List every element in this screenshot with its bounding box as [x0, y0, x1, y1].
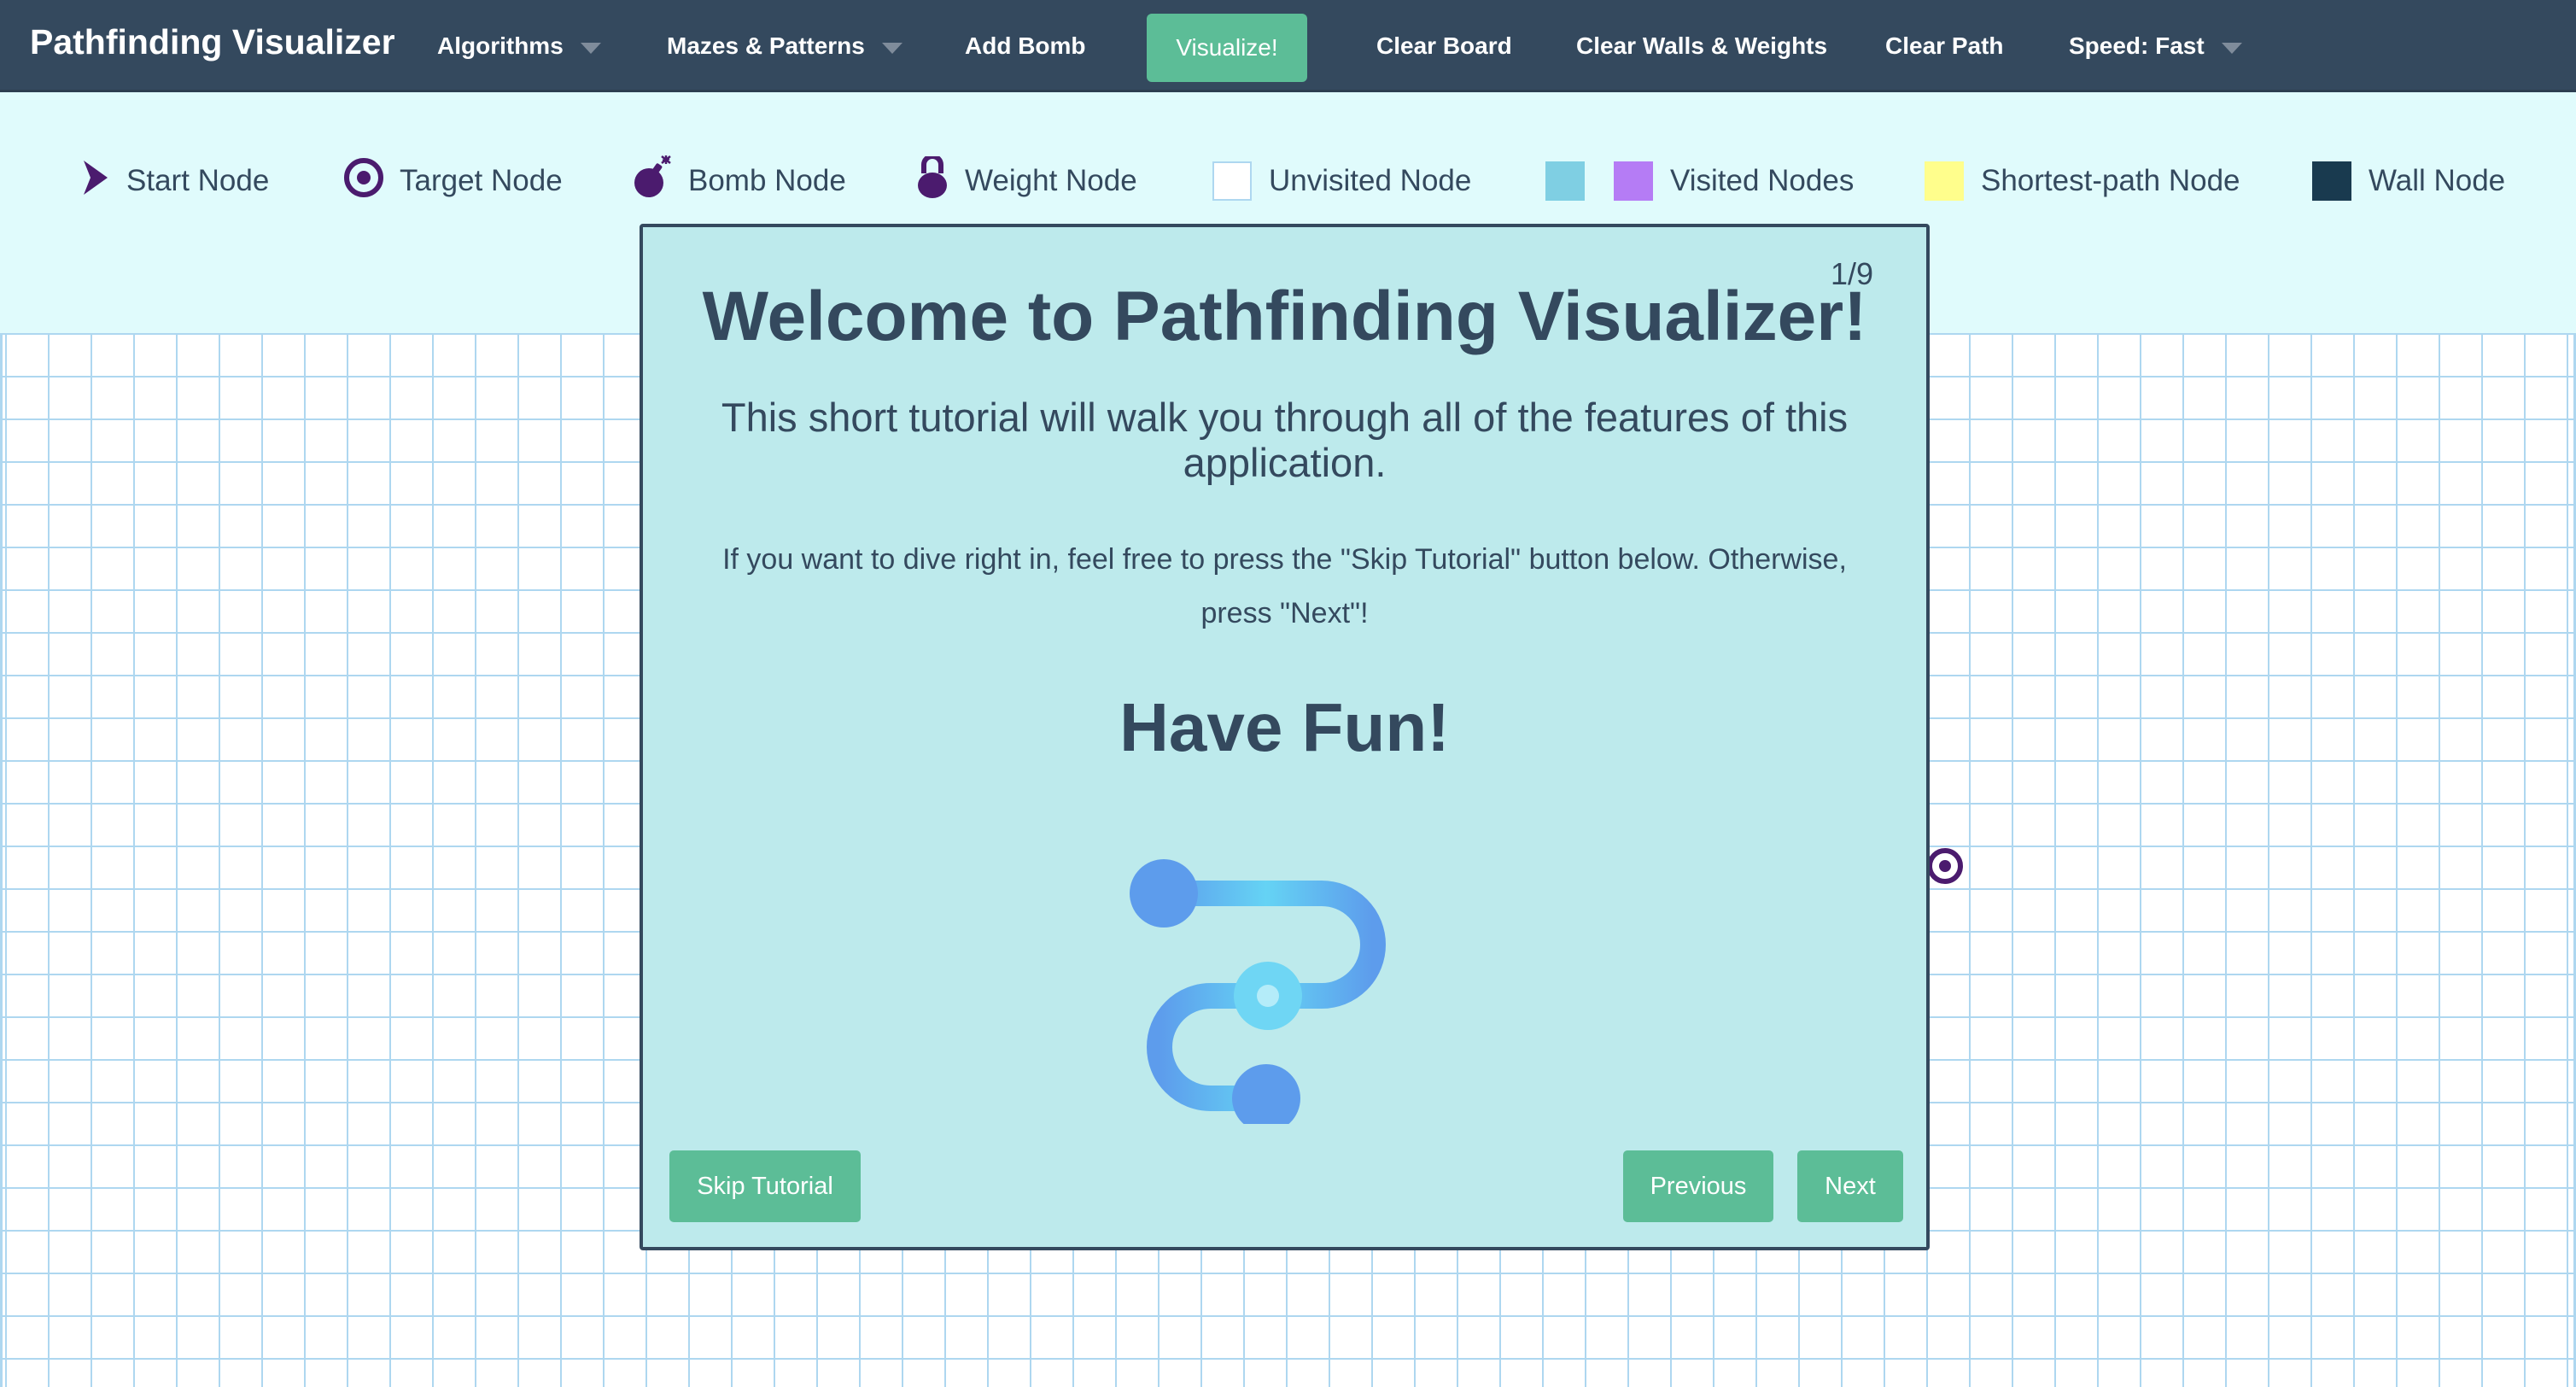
legend-wall-node: Wall Node: [2312, 154, 2505, 208]
chevron-right-icon: [82, 159, 111, 204]
brand-title[interactable]: Pathfinding Visualizer: [30, 22, 395, 62]
legend-label: Start Node: [126, 164, 270, 197]
have-fun-heading: Have Fun!: [1119, 689, 1450, 765]
speed-label: Speed: Fast: [2069, 32, 2205, 59]
legend-label: Visited Nodes: [1670, 164, 1855, 197]
target-node[interactable]: [1926, 847, 1964, 885]
speed-dropdown[interactable]: Speed: Fast: [2069, 0, 2242, 92]
visited-purple-swatch: [1614, 161, 1653, 201]
legend-target-node: Target Node: [343, 154, 563, 208]
tutorial-modal: 1/9 Welcome to Pathfinding Visualizer! T…: [640, 224, 1930, 1250]
legend-visited-nodes: Visited Nodes: [1545, 154, 1854, 208]
bullseye-icon: [1927, 848, 1963, 884]
legend-unvisited-node: Unvisited Node: [1212, 154, 1471, 208]
legend-shortest-path-node: Shortest-path Node: [1925, 154, 2240, 208]
navbar: Pathfinding Visualizer Algorithms Mazes …: [0, 0, 2576, 92]
legend-weight-node: Weight Node: [915, 153, 1137, 208]
tutorial-subtitle: This short tutorial will walk you throug…: [721, 395, 1849, 485]
algorithms-label: Algorithms: [437, 32, 564, 59]
legend-label: Shortest-path Node: [1981, 164, 2240, 197]
clear-board-button[interactable]: Clear Board: [1376, 0, 1512, 92]
unvisited-swatch: [1212, 161, 1252, 201]
legend-bomb-node: Bomb Node: [632, 154, 846, 208]
kettlebell-icon: [915, 153, 949, 207]
next-button[interactable]: Next: [1797, 1150, 1903, 1222]
mazes-dropdown[interactable]: Mazes & Patterns: [667, 0, 902, 92]
skip-tutorial-button[interactable]: Skip Tutorial: [669, 1150, 861, 1222]
legend-label: Unvisited Node: [1269, 164, 1472, 197]
legend-start-node: Start Node: [82, 154, 269, 208]
route-icon: [1130, 851, 1437, 1132]
add-bomb-button[interactable]: Add Bomb: [965, 0, 1086, 92]
algorithms-dropdown[interactable]: Algorithms: [437, 0, 601, 92]
tutorial-description: If you want to dive right in, feel free …: [722, 543, 1847, 629]
bullseye-icon: [343, 157, 384, 206]
legend-label: Bomb Node: [688, 164, 846, 197]
tutorial-title: Welcome to Pathfinding Visualizer!: [702, 278, 1867, 355]
shortest-path-swatch: [1925, 161, 1964, 201]
chevron-down-icon: [2221, 42, 2242, 54]
clear-path-button[interactable]: Clear Path: [1885, 0, 2004, 92]
legend-label: Weight Node: [965, 164, 1137, 197]
chevron-down-icon: [580, 42, 601, 54]
wall-swatch: [2312, 161, 2351, 201]
mazes-label: Mazes & Patterns: [667, 32, 865, 59]
previous-button[interactable]: Previous: [1623, 1150, 1773, 1222]
legend-label: Target Node: [400, 164, 563, 197]
bomb-icon: [632, 155, 673, 208]
clear-walls-weights-button[interactable]: Clear Walls & Weights: [1576, 0, 1827, 92]
visualize-button[interactable]: Visualize!: [1147, 14, 1307, 82]
visited-blue-swatch: [1545, 161, 1585, 201]
chevron-down-icon: [881, 42, 902, 54]
legend-label: Wall Node: [2369, 164, 2506, 197]
